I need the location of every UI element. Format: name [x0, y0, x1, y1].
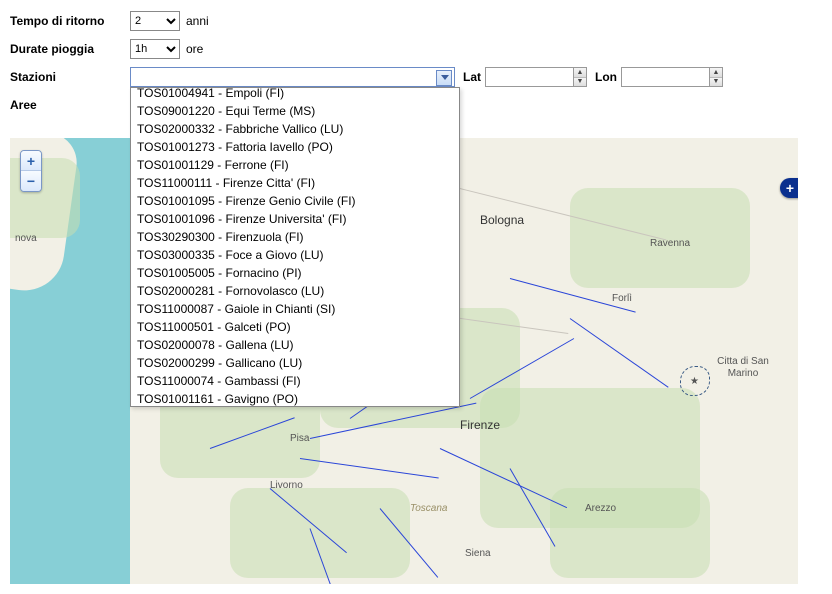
lat-down-button[interactable]: ▼ — [574, 78, 586, 87]
station-option[interactable]: TOS01001096 - Firenze Universita' (FI) — [131, 210, 459, 228]
city-label: Siena — [465, 548, 491, 559]
station-option[interactable]: TOS01001273 - Fattoria Iavello (PO) — [131, 138, 459, 156]
tempo-suffix: anni — [186, 14, 209, 28]
station-option[interactable]: TOS01001161 - Gavigno (PO) — [131, 390, 459, 407]
city-label: Ravenna — [650, 238, 690, 249]
station-option[interactable]: TOS09001220 - Equi Terme (MS) — [131, 102, 459, 120]
station-option[interactable]: TOS11000501 - Galceti (PO) — [131, 318, 459, 336]
lon-down-button[interactable]: ▼ — [710, 78, 722, 87]
label-tempo: Tempo di ritorno — [10, 14, 130, 28]
chevron-down-icon — [441, 75, 449, 80]
station-option[interactable]: TOS02000078 - Gallena (LU) — [131, 336, 459, 354]
lon-up-button[interactable]: ▲ — [710, 68, 722, 78]
lat-input[interactable] — [485, 67, 573, 87]
station-option[interactable]: TOS30290300 - Firenzuola (FI) — [131, 228, 459, 246]
city-label: Arezzo — [585, 503, 616, 514]
durate-suffix: ore — [186, 42, 203, 56]
city-label: Pisa — [290, 433, 309, 444]
city-label: Bologna — [480, 213, 524, 227]
city-label: Citta di San Marino — [708, 356, 778, 380]
lat-up-button[interactable]: ▲ — [574, 68, 586, 78]
station-option[interactable]: TOS01001129 - Ferrone (FI) — [131, 156, 459, 174]
station-option[interactable]: TOS11000074 - Gambassi (FI) — [131, 372, 459, 390]
stazioni-dropdown[interactable]: TOS01001029 - Dicomano (FI)TOS11000003 -… — [130, 87, 460, 407]
label-durate: Durate pioggia — [10, 42, 130, 56]
station-option[interactable]: TOS01001095 - Firenze Genio Civile (FI) — [131, 192, 459, 210]
label-lon: Lon — [595, 70, 617, 84]
capital-star-icon: ★ — [690, 376, 699, 387]
layer-toggle-button[interactable]: + — [780, 178, 798, 198]
station-option[interactable]: TOS11000111 - Firenze Citta' (FI) — [131, 174, 459, 192]
stazioni-select[interactable] — [130, 67, 455, 87]
city-label: Forlì — [612, 293, 632, 304]
station-option[interactable]: TOS11000087 - Gaiole in Chianti (SI) — [131, 300, 459, 318]
city-label: Livorno — [270, 480, 303, 491]
station-option[interactable]: TOS03000335 - Foce a Giovo (LU) — [131, 246, 459, 264]
station-option[interactable]: TOS01004941 - Empoli (FI) — [131, 87, 459, 102]
label-stazioni: Stazioni — [10, 70, 130, 84]
city-label: Firenze — [460, 418, 500, 432]
zoom-out-button[interactable]: − — [21, 171, 41, 191]
lon-input[interactable] — [621, 67, 709, 87]
label-aree: Aree — [10, 98, 130, 112]
station-option[interactable]: TOS01005005 - Fornacino (PI) — [131, 264, 459, 282]
station-option[interactable]: TOS02000299 - Gallicano (LU) — [131, 354, 459, 372]
tempo-select[interactable]: 2 — [130, 11, 180, 31]
zoom-in-button[interactable]: + — [21, 151, 41, 171]
city-label: nova — [15, 233, 37, 244]
durate-select[interactable]: 1h — [130, 39, 180, 59]
station-option[interactable]: TOS02000281 - Fornovolasco (LU) — [131, 282, 459, 300]
station-option[interactable]: TOS02000332 - Fabbriche Vallico (LU) — [131, 120, 459, 138]
zoom-control: + − — [20, 150, 42, 192]
label-lat: Lat — [463, 70, 481, 84]
region-label: Toscana — [410, 503, 447, 514]
